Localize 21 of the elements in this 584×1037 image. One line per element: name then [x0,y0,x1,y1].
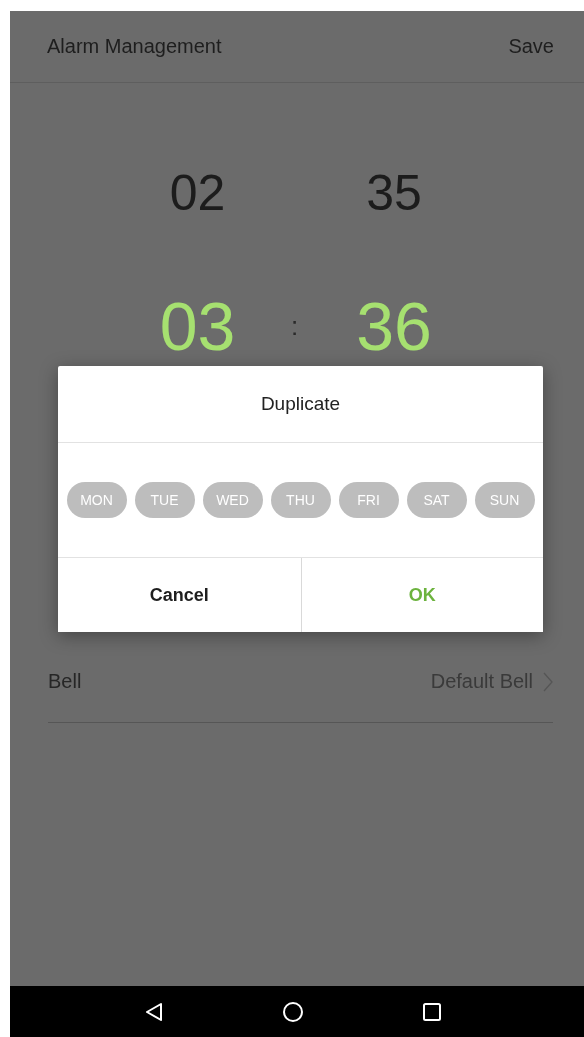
hour-option[interactable]: 02 [169,168,226,218]
home-icon[interactable] [282,1000,304,1023]
day-toggle[interactable]: WED [202,482,263,518]
day-toggle[interactable]: MON [66,482,127,518]
cancel-button[interactable]: Cancel [58,558,301,632]
save-button[interactable]: Save [508,35,554,58]
dialog-title: Duplicate [58,366,543,443]
screen-title: Alarm Management [47,35,222,58]
minute-option[interactable]: 35 [366,168,422,218]
day-toggle[interactable]: TUE [134,482,195,518]
day-toggle[interactable]: SAT [406,482,467,518]
day-toggle[interactable]: THU [270,482,331,518]
day-toggle[interactable]: FRI [338,482,399,518]
day-toggle[interactable]: SUN [474,482,535,518]
setting-label: Bell [48,670,82,693]
time-separator: : [290,313,299,339]
back-icon[interactable] [144,1001,164,1022]
selected-minute[interactable]: 36 [356,292,432,360]
selected-hour[interactable]: 03 [159,292,236,360]
ok-button[interactable]: OK [300,558,543,632]
recent-apps-icon[interactable] [422,1001,442,1022]
